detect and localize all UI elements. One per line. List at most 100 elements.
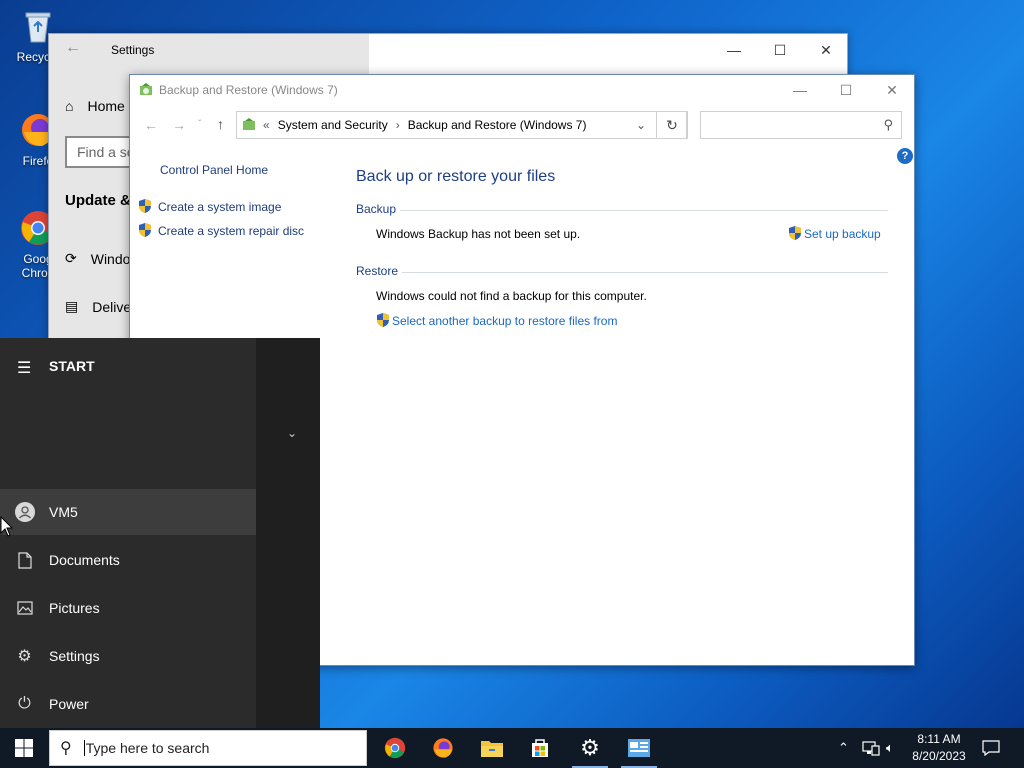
start-item-documents[interactable]: Documents [0, 537, 256, 583]
search-icon: ⚲ [60, 740, 72, 757]
shield-icon [139, 199, 151, 213]
settings-nav-delivery[interactable]: ▤ Delive [65, 298, 131, 315]
back-arrow-icon[interactable]: ← [65, 39, 81, 57]
start-item-user[interactable]: VM5 [0, 489, 256, 535]
control-panel-icon [243, 118, 255, 130]
start-item-label: VM5 [49, 504, 78, 520]
minimize-button[interactable]: — [777, 75, 823, 105]
chevron-down-icon[interactable]: ⌄ [287, 426, 297, 440]
shield-icon [377, 313, 389, 327]
start-item-settings[interactable]: ⚙ Settings [0, 633, 256, 679]
windows-logo-icon [15, 739, 33, 757]
refresh-icon: ⟳ [65, 250, 77, 266]
pictures-icon [0, 601, 49, 615]
taskbar: ⚲ Type here to search ⚙ ⌃ 🔈︎ 8:11 AM 8/2… [0, 728, 1024, 768]
settings-nav-home[interactable]: ⌂ Home [65, 98, 125, 114]
up-arrow-icon[interactable]: ↑ [217, 116, 224, 132]
chevron-down-icon[interactable]: ⌄ [636, 118, 646, 132]
start-item-label: Settings [49, 648, 100, 664]
start-title: START [49, 358, 95, 374]
notification-icon [982, 740, 1000, 756]
taskbar-control-panel[interactable] [615, 728, 663, 768]
address-bar[interactable]: « System and Security › Backup and Resto… [236, 111, 687, 139]
link-label: Create a system repair disc [158, 224, 305, 238]
clock-date: 8/20/2023 [912, 749, 966, 763]
taskbar-chrome[interactable] [371, 728, 419, 768]
settings-section-heading: Update & [65, 192, 131, 209]
settings-nav-label: Home [87, 98, 125, 114]
select-backup-link[interactable]: Select another backup to restore files f… [376, 312, 617, 328]
backup-status: Windows Backup has not been set up. [376, 227, 581, 241]
chevron-right-icon: › [395, 118, 400, 132]
create-system-image-link[interactable]: Create a system image [138, 198, 281, 214]
start-item-pictures[interactable]: Pictures [0, 585, 256, 631]
taskbar-search-input[interactable]: ⚲ Type here to search [49, 730, 367, 766]
cp-window-title: Backup and Restore (Windows 7) [159, 83, 338, 97]
forward-arrow-icon[interactable]: → [172, 117, 186, 133]
maximize-button[interactable]: ☐ [757, 34, 803, 66]
link-label: Set up backup [804, 227, 881, 241]
refresh-button[interactable]: ↻ [656, 111, 688, 139]
maximize-button[interactable]: ☐ [823, 75, 869, 105]
set-up-backup-link[interactable]: Set up backup [788, 225, 881, 241]
search-icon: ⚲ [883, 117, 893, 132]
cp-titlebar[interactable]: Backup and Restore (Windows 7) — ☐ ✕ [130, 75, 914, 105]
minimize-button[interactable]: — [711, 34, 757, 66]
close-button[interactable]: ✕ [869, 75, 915, 105]
action-center-button[interactable] [982, 728, 1000, 768]
delivery-icon: ▤ [65, 298, 79, 314]
start-item-label: Documents [49, 552, 120, 568]
power-icon: ⏻ [18, 695, 31, 712]
shield-icon [789, 226, 801, 240]
home-icon: ⌂ [65, 98, 74, 114]
search-placeholder: Type here to search [83, 740, 210, 756]
back-arrow-icon[interactable]: ← [144, 117, 158, 133]
settings-titlebar[interactable]: ← Settings — ☐ ✕ [49, 34, 847, 66]
taskbar-store[interactable] [516, 728, 564, 768]
close-button[interactable]: ✕ [803, 34, 849, 66]
folder-icon [481, 741, 503, 757]
gear-icon: ⚙ [580, 735, 600, 760]
store-icon [532, 739, 548, 757]
shield-icon [139, 223, 151, 237]
chevron-up-icon: ⌃ [838, 740, 849, 755]
backup-restore-icon [140, 83, 152, 95]
recent-dropdown-icon[interactable]: ˇ [198, 119, 201, 130]
cp-search-input[interactable]: ⚲ [700, 111, 902, 139]
taskbar-clock[interactable]: 8:11 AM 8/20/2023 [906, 731, 972, 765]
refresh-icon: ↻ [666, 116, 678, 133]
start-menu: ☰ START ⌄ VM5 Documents Pictures ⚙ Setti… [0, 338, 320, 728]
backup-group-label: Backup [356, 202, 397, 216]
breadcrumb-system-security[interactable]: System and Security [278, 118, 388, 132]
settings-nav-label: Delive [92, 298, 132, 315]
clock-time: 8:11 AM [917, 732, 961, 746]
volume-icon[interactable]: 🔈︎ [886, 728, 894, 768]
settings-nav-windows-update[interactable]: ⟳ Windo [65, 250, 130, 267]
hamburger-menu-icon[interactable]: ☰ [17, 358, 31, 378]
speaker-icon: 🔈︎ [886, 740, 894, 755]
overflow-chevron-icon[interactable]: « [263, 118, 270, 132]
divider [400, 210, 888, 211]
control-panel-home-link[interactable]: Control Panel Home [160, 163, 268, 177]
taskbar-settings[interactable]: ⚙ [566, 728, 614, 768]
start-item-power[interactable]: ⏻ Power [0, 681, 256, 727]
link-label: Create a system image [158, 200, 282, 214]
control-panel-icon [628, 739, 650, 757]
start-item-label: Pictures [49, 600, 100, 616]
page-title: Back up or restore your files [356, 168, 556, 185]
divider [402, 272, 888, 273]
chrome-icon [384, 737, 406, 759]
create-repair-disc-link[interactable]: Create a system repair disc [138, 222, 304, 238]
gear-icon: ⚙ [17, 648, 32, 665]
show-hidden-icons-button[interactable]: ⌃ [838, 728, 849, 768]
taskbar-firefox[interactable] [419, 728, 467, 768]
link-label: Select another backup to restore files f… [392, 314, 618, 328]
help-button[interactable]: ? [897, 148, 913, 164]
network-icon[interactable] [862, 728, 880, 768]
firefox-icon [433, 738, 453, 758]
restore-status: Windows could not find a backup for this… [376, 289, 647, 303]
breadcrumb-backup-restore[interactable]: Backup and Restore (Windows 7) [408, 118, 587, 132]
mouse-cursor-icon [0, 516, 14, 537]
taskbar-file-explorer[interactable] [468, 728, 516, 768]
start-button[interactable] [0, 728, 48, 768]
